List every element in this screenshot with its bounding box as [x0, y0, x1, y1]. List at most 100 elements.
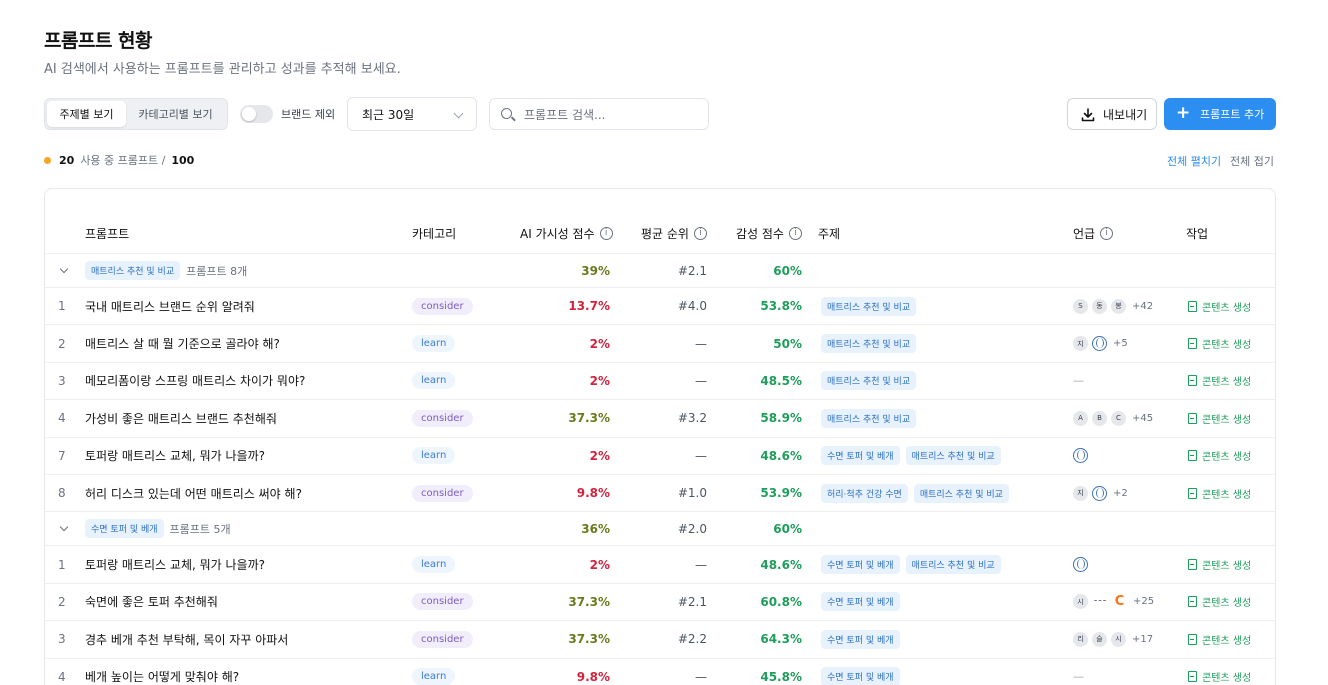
prompt-text[interactable]: 메모리폼이랑 스프링 매트리스 차이가 뭐야? [85, 363, 305, 399]
generate-content-button[interactable]: 콘텐츠 생성 [1188, 475, 1251, 511]
generate-content-button[interactable]: 콘텐츠 생성 [1188, 546, 1251, 582]
group-row[interactable]: 수면 토퍼 및 베개 프롬프트 5개 36% #2.0 60% [45, 512, 1275, 547]
header-prompt[interactable]: 프롬프트 [85, 214, 129, 253]
visibility-score: 2% [589, 557, 610, 572]
globe-icon [1092, 485, 1107, 501]
generate-content-label: 콘텐츠 생성 [1202, 302, 1252, 314]
generate-content-button[interactable]: 콘텐츠 생성 [1188, 400, 1251, 436]
mentions-cell[interactable] [1073, 546, 1092, 582]
expand-all-link[interactable]: 전체 펼치기 [1167, 153, 1221, 169]
generate-content-label: 콘텐츠 생성 [1202, 561, 1252, 573]
group-toggle[interactable] [57, 254, 71, 287]
category-cell: learn [412, 363, 456, 399]
collapse-all-link[interactable]: 전체 접기 [1230, 153, 1274, 169]
generate-content-button[interactable]: 콘텐츠 생성 [1188, 621, 1251, 657]
mentions-cell[interactable]: 지 +5 [1073, 325, 1128, 361]
toggle-knob [242, 107, 256, 121]
table-row[interactable]: 2 매트리스 살 때 뭘 기준으로 골라야 해? learn 2% — 50% 매트리스 추… [45, 325, 1275, 363]
table-row[interactable]: 4 가성비 좋은 매트리스 브랜드 추천해줘 consider 37.3% #3.2 58… [45, 400, 1275, 438]
generate-content-button[interactable]: 콘텐츠 생성 [1188, 659, 1251, 685]
generate-content-button[interactable]: 콘텐츠 생성 [1188, 325, 1251, 361]
period-select[interactable]: 최근 30일 [347, 97, 477, 131]
chevron-down-icon [59, 523, 69, 532]
prompt-text[interactable]: 토퍼랑 매트리스 교체, 뭐가 나을까? [85, 438, 265, 474]
category-badge: consider [412, 409, 473, 427]
table-row[interactable]: 3 메모리폼이랑 스프링 매트리스 차이가 뭐야? learn 2% — 48.5% 매트리… [45, 363, 1275, 401]
table-row[interactable]: 4 베개 높이는 어떻게 맞춰야 해? learn 9.8% — 45.8% 수면 토퍼 및… [45, 659, 1275, 685]
generate-content-button[interactable]: 콘텐츠 생성 [1188, 288, 1251, 324]
header-category[interactable]: 카테고리 [412, 214, 456, 253]
prompt-text[interactable]: 가성비 좋은 매트리스 브랜드 추천해줘 [85, 400, 277, 436]
group-sentiment: 60% [773, 521, 802, 536]
mentions-cell[interactable]: 시 ⁃⁃⁃ C +25 [1073, 584, 1154, 620]
topic-cell: 매트리스 추천 및 비교 [821, 363, 922, 399]
export-button[interactable]: 내보내기 [1067, 98, 1157, 130]
mentions-cell[interactable]: 지 +2 [1073, 475, 1128, 511]
average-rank: — [695, 669, 707, 684]
visibility-score: 9.8% [576, 486, 610, 501]
prompt-text[interactable]: 경추 베개 추천 부탁해, 목이 자꾸 아파서 [85, 621, 288, 657]
header-rank[interactable]: 평균 순위 i [641, 214, 707, 253]
document-icon [1188, 338, 1197, 350]
mentions-cell[interactable]: — [1073, 659, 1084, 685]
header-sentiment[interactable]: 감성 점수 i [736, 214, 802, 253]
view-topic-button[interactable]: 주제별 보기 [47, 101, 126, 127]
average-rank: #3.2 [677, 411, 707, 426]
prompt-text[interactable]: 매트리스 살 때 뭘 기준으로 골라야 해? [85, 325, 280, 361]
mentions-cell[interactable] [1073, 438, 1092, 474]
prompt-text[interactable]: 국내 매트리스 브랜드 순위 알려줘 [85, 288, 255, 324]
sentiment-score: 60.8% [760, 594, 802, 609]
table-row[interactable]: 8 허리 디스크 있는데 어떤 매트리스 써야 해? consider 9.8% #1.… [45, 475, 1275, 513]
group-visibility: 36% [581, 521, 610, 536]
info-icon[interactable]: i [599, 227, 613, 240]
mentions-cell[interactable]: S 동 봉 +42 [1073, 288, 1153, 324]
info-icon[interactable]: i [1100, 227, 1114, 240]
row-index: 7 [58, 448, 66, 463]
category-badge: learn [412, 668, 456, 685]
visibility-score: 13.7% [568, 299, 610, 314]
group-row[interactable]: 매트리스 추천 및 비교 프롬프트 8개 39% #2.1 60% [45, 254, 1275, 288]
prompt-text[interactable]: 숙면에 좋은 토퍼 추천해줘 [85, 584, 218, 620]
topic-tag: 수면 토퍼 및 베개 [821, 667, 900, 685]
brand-exclude-toggle[interactable] [240, 105, 273, 123]
table-row[interactable]: 3 경추 베개 추천 부탁해, 목이 자꾸 아파서 consider 37.3% #2.… [45, 621, 1275, 659]
info-icon[interactable]: i [693, 227, 707, 240]
mentions-cell[interactable]: — [1073, 363, 1084, 399]
average-rank: #2.1 [677, 594, 707, 609]
average-rank: #4.0 [677, 299, 707, 314]
header-visibility[interactable]: AI 가시성 점수 i [520, 214, 613, 253]
mentions-more: +42 [1132, 300, 1154, 312]
category-badge: learn [412, 447, 456, 465]
prompt-text[interactable]: 베개 높이는 어떻게 맞춰야 해? [85, 659, 239, 685]
group-toggle[interactable] [57, 512, 71, 545]
generate-content-button[interactable]: 콘텐츠 생성 [1188, 438, 1251, 474]
add-prompt-button[interactable]: + 프롬프트 추가 [1164, 98, 1276, 130]
category-badge: learn [412, 556, 456, 574]
topic-cell: 매트리스 추천 및 비교 [821, 400, 922, 436]
info-icon[interactable]: i [788, 227, 802, 240]
header-visibility-label: AI 가시성 점수 [520, 227, 595, 241]
mentions-cell[interactable]: 리 슬 시 +17 [1073, 621, 1153, 657]
average-rank: — [695, 336, 707, 351]
table-row[interactable]: 1 토퍼랑 매트리스 교체, 뭐가 나을까? learn 2% — 48.6% 수면 토퍼 … [45, 546, 1275, 584]
table-row[interactable]: 2 숙면에 좋은 토퍼 추천해줘 consider 37.3% #2.1 60.8% 수면 … [45, 584, 1275, 622]
category-badge: learn [412, 372, 456, 390]
header-mentions[interactable]: 언급 i [1073, 214, 1114, 253]
generate-content-button[interactable]: 콘텐츠 생성 [1188, 584, 1251, 620]
mentions-cell[interactable]: A B C +45 [1073, 400, 1153, 436]
prompt-text[interactable]: 토퍼랑 매트리스 교체, 뭐가 나을까? [85, 546, 265, 582]
table-row[interactable]: 7 토퍼랑 매트리스 교체, 뭐가 나을까? learn 2% — 48.6% 수면 토퍼 … [45, 438, 1275, 475]
download-icon [1081, 108, 1095, 122]
table-row[interactable]: 1 국내 매트리스 브랜드 순위 알려줘 consider 13.7% #4.0 53.8… [45, 288, 1275, 326]
category-badge: consider [412, 630, 473, 648]
view-category-button[interactable]: 카테고리별 보기 [126, 101, 225, 127]
search-input[interactable]: 프롬프트 검색... [489, 98, 709, 130]
prompt-text[interactable]: 허리 디스크 있는데 어떤 매트리스 써야 해? [85, 475, 302, 511]
row-index: 4 [58, 669, 66, 684]
generate-content-button[interactable]: 콘텐츠 생성 [1188, 363, 1251, 399]
globe-icon [1073, 557, 1088, 573]
sentiment-score: 53.8% [760, 299, 802, 314]
sentiment-score: 53.9% [760, 486, 802, 501]
brand-logo-icon: ⁃⁃⁃ [1093, 596, 1107, 607]
sentiment-score: 50% [773, 336, 802, 351]
